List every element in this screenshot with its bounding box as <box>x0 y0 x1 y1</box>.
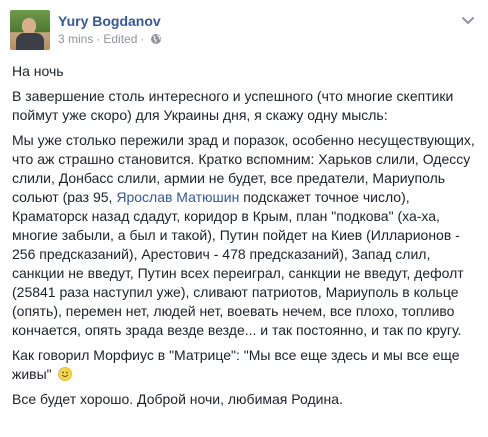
paragraph-closing: Все будет хорошо. Доброй ночи, любимая Р… <box>12 391 343 407</box>
mention-link[interactable]: Ярослав Матюшин <box>116 189 239 205</box>
avatar-body <box>16 33 44 50</box>
post-timestamp[interactable]: 3 mins <box>58 32 93 46</box>
post-body: На ночь В завершение столь интересного и… <box>12 62 478 415</box>
chevron-down-icon[interactable] <box>460 14 476 28</box>
post-meta: 3 mins · Edited · <box>58 31 458 49</box>
paragraph-main: Мы уже столько пережили зрад и поразок, … <box>12 131 478 340</box>
paragraph-quote-text: Как говорил Морфиус в "Матрице": "Мы все… <box>12 347 460 382</box>
avatar-head <box>22 18 36 34</box>
paragraph-intro: В завершение столь интересного и успешно… <box>12 88 454 123</box>
post-header: Yury Bogdanov 3 mins · Edited · <box>58 12 458 49</box>
smile-emoji-icon <box>57 367 72 381</box>
paragraph-main-text-2: подскажет точное число), Краматорск наза… <box>12 189 464 338</box>
author-name[interactable]: Yury Bogdanov <box>58 12 458 30</box>
author-avatar[interactable] <box>10 10 50 50</box>
meta-separator: · <box>96 32 101 46</box>
paragraph-quote: Как говорил Морфиус в "Матрице": "Мы все… <box>12 346 478 384</box>
globe-icon[interactable] <box>150 33 162 49</box>
facebook-post: Yury Bogdanov 3 mins · Edited · На ночь В з… <box>0 0 488 437</box>
edited-label[interactable]: Edited <box>103 32 137 46</box>
meta-separator: · <box>140 32 145 46</box>
paragraph-title: На ночь <box>12 63 64 79</box>
